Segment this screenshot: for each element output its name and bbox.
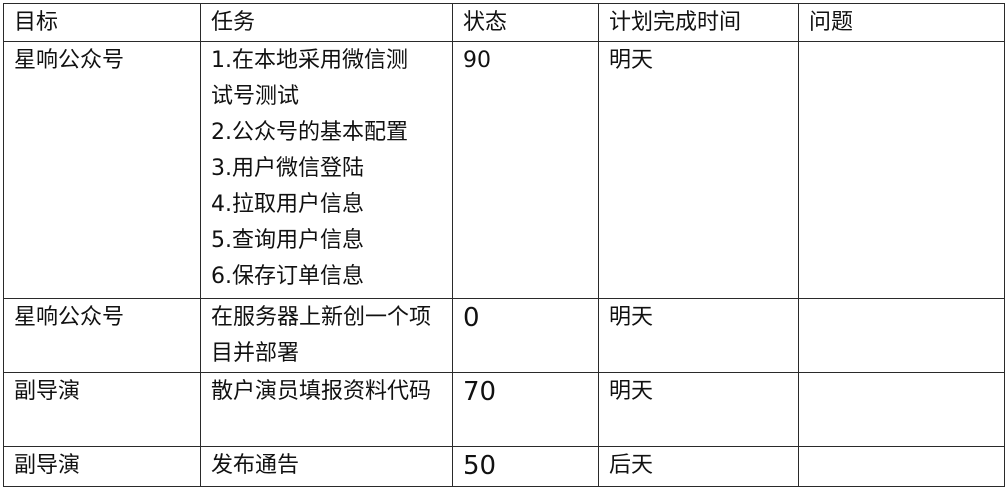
task-text: 在服务器上新创一个项目并部署	[211, 305, 432, 366]
status-value: 0	[463, 303, 480, 333]
header-row: 目标 任务 状态 计划完成时间 问题	[3, 3, 1005, 42]
goal-cell: 副导演	[3, 446, 201, 487]
plan-cell: 明天	[598, 372, 799, 447]
task-cell: 在服务器上新创一个项目并部署	[200, 298, 453, 373]
goal-cell: 星响公众号	[3, 41, 201, 299]
status-cell: 90	[452, 41, 599, 299]
task-text: 发布通告	[211, 453, 300, 478]
header-issue: 问题	[798, 3, 1005, 42]
status-value: 50	[463, 451, 497, 481]
task-cell: 发布通告	[200, 446, 453, 487]
plan-cell: 后天	[598, 446, 799, 487]
table-row: 星响公众号 在服务器上新创一个项目并部署 0 明天	[3, 298, 1005, 373]
task-table: 目标 任务 状态 计划完成时间 问题 星响公众号 1.在本地采用微信测 试号测试…	[3, 3, 1005, 487]
header-task: 任务	[200, 3, 453, 42]
issue-cell	[798, 372, 1005, 447]
task-cell: 散户演员填报资料代码	[200, 372, 453, 447]
task-line: 试号测试	[211, 84, 300, 109]
issue-cell	[798, 41, 1005, 299]
table-row: 星响公众号 1.在本地采用微信测 试号测试 2.公众号的基本配置 3.用户微信登…	[3, 41, 1005, 299]
task-line: 1.在本地采用微信测	[211, 48, 408, 73]
task-text: 散户演员填报资料代码	[211, 379, 432, 404]
task-line: 6.保存订单信息	[211, 264, 364, 289]
table-row: 副导演 发布通告 50 后天	[3, 446, 1005, 487]
plan-cell: 明天	[598, 298, 799, 373]
issue-cell	[798, 446, 1005, 487]
task-cell: 1.在本地采用微信测 试号测试 2.公众号的基本配置 3.用户微信登陆 4.拉取…	[200, 41, 453, 299]
status-value: 70	[463, 377, 497, 407]
issue-cell	[798, 298, 1005, 373]
task-line: 3.用户微信登陆	[211, 156, 364, 181]
status-cell: 50	[452, 446, 599, 487]
goal-cell: 星响公众号	[3, 298, 201, 373]
status-cell: 70	[452, 372, 599, 447]
table-row: 副导演 散户演员填报资料代码 70 明天	[3, 372, 1005, 447]
header-plan: 计划完成时间	[598, 3, 799, 42]
status-cell: 0	[452, 298, 599, 373]
header-status: 状态	[452, 3, 599, 42]
header-goal: 目标	[3, 3, 201, 42]
task-line: 2.公众号的基本配置	[211, 120, 408, 145]
goal-cell: 副导演	[3, 372, 201, 447]
plan-cell: 明天	[598, 41, 799, 299]
task-line: 4.拉取用户信息	[211, 192, 364, 217]
task-line: 5.查询用户信息	[211, 228, 364, 253]
